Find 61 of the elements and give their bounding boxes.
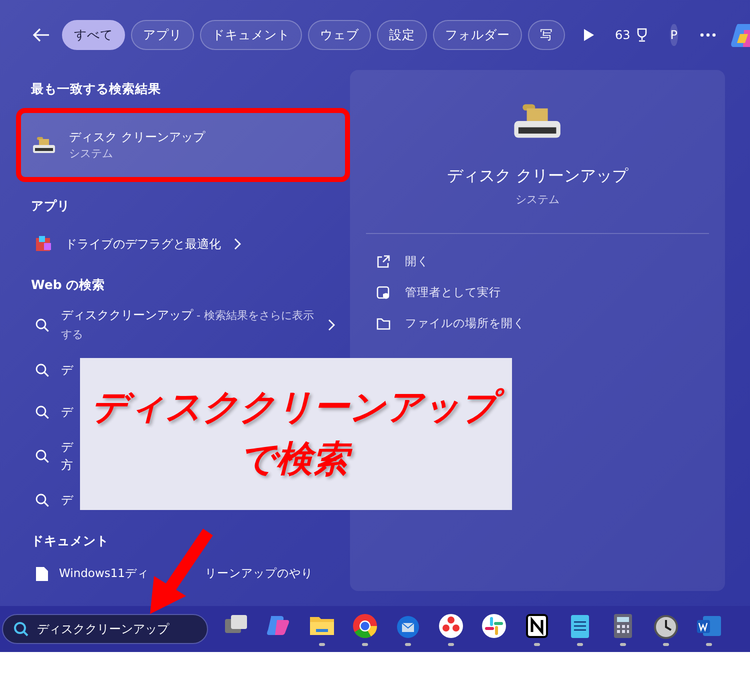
annotation-text: で検索	[234, 434, 358, 486]
result-title: ディスク クリーンアップ	[69, 128, 205, 146]
app-name: ドライブのデフラグと最適化	[65, 236, 221, 252]
action-label: ファイルの場所を開く	[405, 315, 525, 332]
filter-tab[interactable]: ドキュメント	[200, 20, 302, 50]
search-icon	[35, 493, 49, 508]
chevron-icon[interactable]	[327, 319, 335, 332]
section-heading: Web の検索	[30, 276, 106, 294]
dot-cluster-icon[interactable]	[436, 612, 464, 640]
search-icon	[35, 318, 49, 332]
action-label: 開く	[405, 252, 429, 270]
browser-icon[interactable]	[350, 612, 378, 640]
hashtag-logo-icon[interactable]	[480, 612, 508, 640]
disk-cleanup-icon	[31, 134, 57, 155]
clock-icon[interactable]	[652, 612, 680, 640]
preview-title: ディスク クリーンアップ	[446, 165, 628, 187]
document-icon	[35, 566, 49, 582]
filter-tab[interactable]: すべて	[62, 20, 125, 50]
action-label: 管理者として実行	[405, 284, 501, 301]
search-icon	[35, 449, 49, 464]
section-heading: ドキュメント	[30, 532, 110, 550]
more-icon[interactable]	[700, 33, 716, 37]
open-external-icon	[376, 254, 391, 269]
filter-tab[interactable]: フォルダー	[433, 20, 522, 50]
filter-tab[interactable]: ウェブ	[308, 20, 371, 50]
preview-action[interactable]: 開く	[366, 246, 709, 277]
chevron-icon[interactable]	[233, 238, 241, 250]
play-icon[interactable]	[583, 28, 595, 42]
filter-tab[interactable]: アプリ	[131, 20, 194, 50]
search-suggestion: デ	[61, 362, 73, 379]
filter-tab[interactable]: 設定	[377, 20, 427, 50]
search-suggestion: 方	[61, 457, 73, 474]
document-name: Windows11ディ	[59, 565, 149, 582]
search-suggestion: デ	[61, 404, 73, 421]
web-search-result[interactable]: ディスククリーンアップ - 検索結果をさらに表示する	[25, 302, 345, 348]
search-suggestion: デ	[61, 439, 73, 456]
taskbar-search-field[interactable]: ディスククリーンアップ	[2, 614, 208, 644]
app-result[interactable]: ドライブのデフラグと最適化	[25, 224, 345, 264]
trophy-icon	[636, 28, 648, 42]
defrag-app-icon	[35, 234, 53, 252]
preview-subtitle: システム	[516, 192, 560, 208]
section-heading: 最も一致する検索結果	[30, 80, 162, 98]
filter-tab[interactable]: 写	[528, 20, 565, 50]
back-arrow-icon[interactable]	[32, 27, 50, 43]
search-icon	[13, 621, 29, 637]
search-suggestion: ディスククリーンアップ - 検索結果をさらに表示する	[61, 307, 315, 344]
account-avatar[interactable]: P	[670, 24, 678, 46]
search-suggestion: デ	[61, 492, 73, 509]
document-name: リーンアップのやり	[204, 565, 313, 582]
preview-action[interactable]: 管理者として実行	[366, 276, 709, 308]
section-heading: アプリ	[30, 196, 71, 215]
best-match-result[interactable]: ディスク クリーンアップ システム	[21, 112, 345, 177]
folder-icon	[376, 316, 391, 332]
points-count: 63	[615, 27, 630, 44]
annotation-text: ディスククリーンアップ	[85, 382, 507, 434]
search-icon	[35, 405, 49, 420]
shield-window-icon	[376, 284, 391, 300]
preview-action[interactable]: ファイルの場所を開く	[366, 308, 709, 340]
search-input[interactable]: ディスククリーンアップ	[37, 620, 197, 638]
result-subtitle: システム	[69, 146, 114, 162]
search-icon	[35, 363, 49, 378]
